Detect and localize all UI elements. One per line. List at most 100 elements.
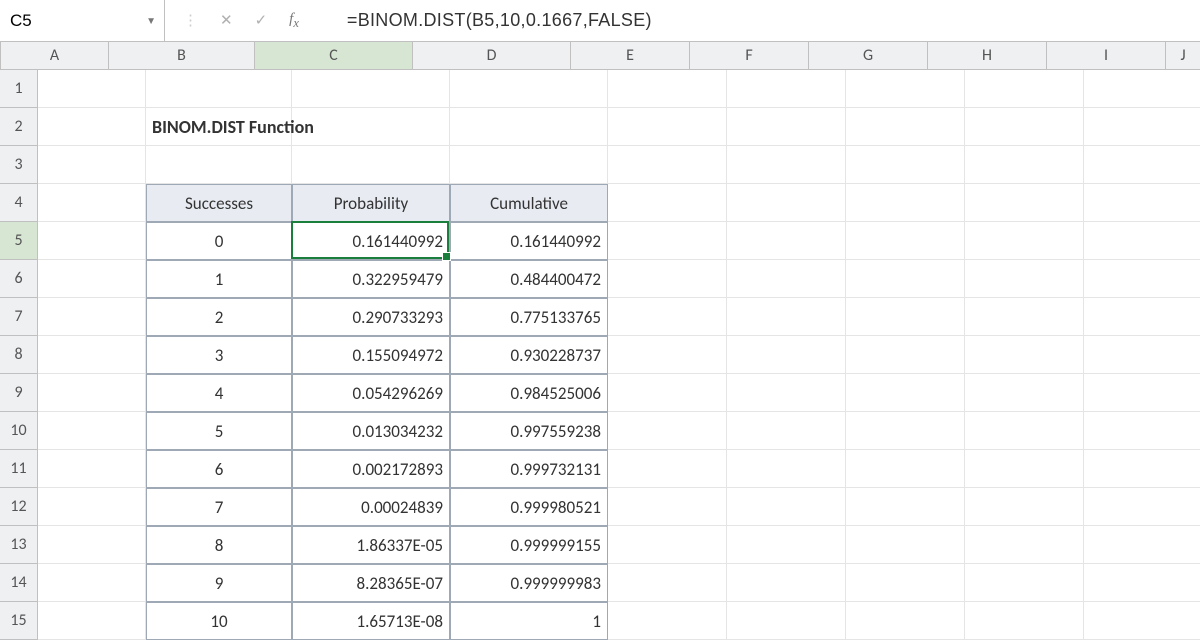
cell[interactable]: 1: [146, 260, 292, 298]
cell[interactable]: 0.00024839: [292, 488, 450, 526]
row-header-6[interactable]: 6: [0, 260, 38, 298]
cell[interactable]: [1084, 488, 1200, 526]
cell[interactable]: [965, 70, 1084, 108]
row-header-9[interactable]: 9: [0, 374, 38, 412]
cell[interactable]: [608, 450, 727, 488]
cell[interactable]: [608, 412, 727, 450]
cell[interactable]: 8: [146, 526, 292, 564]
cell[interactable]: [450, 146, 608, 184]
col-header-c[interactable]: C: [255, 42, 413, 70]
row-header-8[interactable]: 8: [0, 336, 38, 374]
col-header-b[interactable]: B: [109, 42, 255, 70]
cell[interactable]: [450, 70, 608, 108]
cell[interactable]: 0.999999155: [450, 526, 608, 564]
cell[interactable]: 3: [146, 336, 292, 374]
cell[interactable]: [38, 336, 146, 374]
cell[interactable]: 0.984525006: [450, 374, 608, 412]
cell[interactable]: [608, 374, 727, 412]
cell[interactable]: 0.161440992: [292, 222, 450, 260]
cell[interactable]: 4: [146, 374, 292, 412]
cell[interactable]: 1: [450, 602, 608, 640]
cell[interactable]: BINOM.DIST Function: [146, 108, 292, 146]
cell[interactable]: 6: [146, 450, 292, 488]
cell[interactable]: [38, 298, 146, 336]
cell[interactable]: [727, 488, 846, 526]
cell[interactable]: [846, 488, 965, 526]
cell[interactable]: Probability: [292, 184, 450, 222]
cell[interactable]: [965, 564, 1084, 602]
cell[interactable]: [727, 412, 846, 450]
row-header-15[interactable]: 15: [0, 602, 38, 640]
cell[interactable]: [608, 184, 727, 222]
cell[interactable]: 0.002172893: [292, 450, 450, 488]
cell[interactable]: 1.65713E-08: [292, 602, 450, 640]
row-header-14[interactable]: 14: [0, 564, 38, 602]
cell[interactable]: [846, 336, 965, 374]
cell[interactable]: [38, 526, 146, 564]
cell[interactable]: [846, 108, 965, 146]
cell[interactable]: [608, 564, 727, 602]
cell[interactable]: [727, 602, 846, 640]
cell[interactable]: [727, 260, 846, 298]
cell[interactable]: [846, 526, 965, 564]
cell[interactable]: [38, 70, 146, 108]
row-header-3[interactable]: 3: [0, 146, 38, 184]
cell[interactable]: [727, 146, 846, 184]
cell[interactable]: [965, 146, 1084, 184]
cell[interactable]: [846, 298, 965, 336]
cell[interactable]: [846, 260, 965, 298]
cell[interactable]: [846, 184, 965, 222]
row-header-1[interactable]: 1: [0, 70, 38, 108]
cell[interactable]: [846, 602, 965, 640]
cell[interactable]: [727, 70, 846, 108]
cell[interactable]: [608, 108, 727, 146]
cell[interactable]: [1084, 336, 1200, 374]
cell[interactable]: [965, 488, 1084, 526]
cell[interactable]: [727, 526, 846, 564]
cell[interactable]: [450, 108, 608, 146]
cell[interactable]: [608, 146, 727, 184]
cell[interactable]: [846, 412, 965, 450]
cell[interactable]: [608, 488, 727, 526]
cell[interactable]: [292, 146, 450, 184]
cell[interactable]: [608, 526, 727, 564]
cell[interactable]: 0.997559238: [450, 412, 608, 450]
cell[interactable]: [965, 412, 1084, 450]
cell[interactable]: 0.999732131: [450, 450, 608, 488]
cell[interactable]: [965, 374, 1084, 412]
col-header-a[interactable]: A: [1, 42, 109, 70]
cell[interactable]: [608, 298, 727, 336]
col-header-e[interactable]: E: [571, 42, 690, 70]
cell[interactable]: [608, 260, 727, 298]
cell[interactable]: 0.999980521: [450, 488, 608, 526]
cell[interactable]: [965, 260, 1084, 298]
col-header-g[interactable]: G: [809, 42, 928, 70]
fx-icon[interactable]: fx: [289, 11, 299, 31]
cell[interactable]: [965, 602, 1084, 640]
cell[interactable]: [965, 450, 1084, 488]
row-header-10[interactable]: 10: [0, 412, 38, 450]
cell[interactable]: [608, 70, 727, 108]
formula-input[interactable]: [317, 10, 1200, 31]
name-box[interactable]: ▼: [0, 0, 165, 42]
cell[interactable]: 10: [146, 602, 292, 640]
row-header-11[interactable]: 11: [0, 450, 38, 488]
cell[interactable]: 0.775133765: [450, 298, 608, 336]
cell[interactable]: [727, 336, 846, 374]
cell[interactable]: 0.054296269: [292, 374, 450, 412]
cell[interactable]: [38, 488, 146, 526]
cell[interactable]: [1084, 70, 1200, 108]
row-header-13[interactable]: 13: [0, 526, 38, 564]
cell[interactable]: [38, 564, 146, 602]
cell[interactable]: [1084, 602, 1200, 640]
cells-area[interactable]: BINOM.DIST FunctionSuccessesProbabilityC…: [38, 70, 1200, 640]
cell[interactable]: 0.290733293: [292, 298, 450, 336]
col-header-d[interactable]: D: [413, 42, 571, 70]
row-header-7[interactable]: 7: [0, 298, 38, 336]
cell[interactable]: 0: [146, 222, 292, 260]
cell[interactable]: Cumulative: [450, 184, 608, 222]
cell[interactable]: 0.161440992: [450, 222, 608, 260]
check-icon[interactable]: ✓: [255, 11, 268, 30]
col-header-f[interactable]: F: [690, 42, 809, 70]
cancel-icon[interactable]: ✕: [220, 11, 233, 30]
